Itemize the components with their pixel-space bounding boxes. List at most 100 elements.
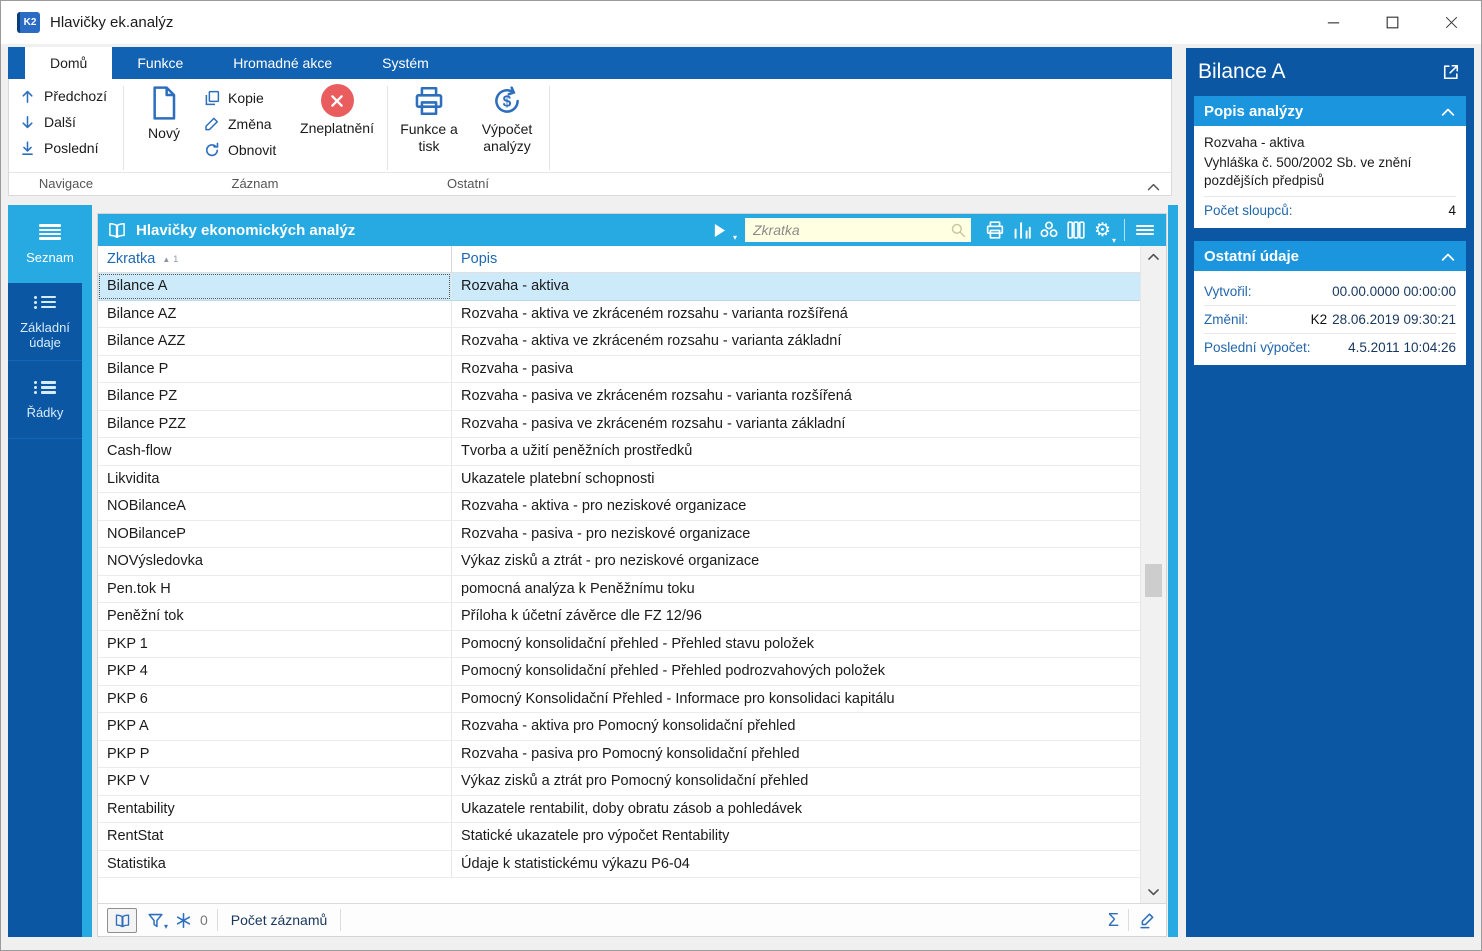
new-button[interactable]: Nový: [135, 84, 193, 142]
minimize-button[interactable]: [1304, 1, 1363, 43]
table-row[interactable]: Pen.tok H pomocná analýza k Peněžnímu to…: [98, 575, 1140, 603]
row-zkratka-cell[interactable]: Rentability: [98, 796, 451, 823]
previous-button[interactable]: Předchozí: [15, 83, 121, 109]
row-zkratka-cell[interactable]: RentStat: [98, 823, 451, 850]
card-header[interactable]: Popis analýzy: [1194, 96, 1466, 126]
row-popis-cell[interactable]: Rozvaha - aktiva ve zkráceném rozsahu - …: [451, 300, 1140, 327]
row-zkratka-cell[interactable]: Statistika: [98, 851, 451, 878]
last-button[interactable]: Poslední: [15, 135, 121, 161]
row-popis-cell[interactable]: Ukazatele platební schopnosti: [451, 465, 1140, 492]
table-row[interactable]: Bilance AZZ Rozvaha - aktiva ve zkrácené…: [98, 328, 1140, 356]
table-row[interactable]: Statistika Údaje k statistickému výkazu …: [98, 850, 1140, 878]
refresh-button[interactable]: Obnovit: [203, 137, 313, 163]
table-row[interactable]: PKP V Výkaz zisků a ztrát pro Pomocný ko…: [98, 768, 1140, 796]
row-popis-cell[interactable]: Rozvaha - pasiva ve zkráceném rozsahu - …: [451, 410, 1140, 437]
close-button[interactable]: [1422, 1, 1481, 43]
ribbon-tab-domu[interactable]: Domů: [25, 47, 113, 79]
row-zkratka-cell[interactable]: Bilance PZZ: [98, 411, 451, 438]
ribbon-tab-hromadne-akce[interactable]: Hromadné akce: [208, 47, 357, 79]
row-popis-cell[interactable]: Rozvaha - pasiva - pro neziskové organiz…: [451, 520, 1140, 547]
row-zkratka-cell[interactable]: PKP P: [98, 741, 451, 768]
table-row[interactable]: Bilance P Rozvaha - pasiva: [98, 355, 1140, 383]
next-button[interactable]: Další: [15, 109, 121, 135]
row-zkratka-cell[interactable]: PKP 6: [98, 686, 451, 713]
row-zkratka-cell[interactable]: Bilance A: [98, 273, 451, 300]
run-filter-button[interactable]: ▾: [713, 223, 737, 242]
row-zkratka-cell[interactable]: Bilance P: [98, 356, 451, 383]
row-popis-cell[interactable]: Pomocný Konsolidační Přehled - Informace…: [451, 685, 1140, 712]
row-popis-cell[interactable]: Údaje k statistickému výkazu P6-04: [451, 850, 1140, 877]
functions-print-button[interactable]: Funkce a tisk: [393, 84, 465, 155]
row-popis-cell[interactable]: Příloha k účetní závěrce dle FZ 12/96: [451, 603, 1140, 630]
olap-cube-icon[interactable]: [1035, 217, 1062, 243]
scroll-thumb[interactable]: [1145, 564, 1162, 597]
sidebar-item-seznam[interactable]: Seznam: [8, 205, 92, 283]
row-popis-cell[interactable]: Rozvaha - aktiva pro Pomocný konsolidačn…: [451, 713, 1140, 740]
row-zkratka-cell[interactable]: Bilance PZ: [98, 383, 451, 410]
row-zkratka-cell[interactable]: Likvidita: [98, 466, 451, 493]
row-popis-cell[interactable]: Rozvaha - aktiva: [451, 273, 1140, 300]
search-input[interactable]: [745, 218, 971, 242]
menu-hamburger-icon[interactable]: [1131, 217, 1158, 243]
ribbon-tab-system[interactable]: Systém: [357, 47, 454, 79]
row-popis-cell[interactable]: Rozvaha - pasiva: [451, 355, 1140, 382]
table-row[interactable]: NOBilanceA Rozvaha - aktiva - pro nezisk…: [98, 493, 1140, 521]
records-count-label[interactable]: Počet záznamů: [227, 912, 332, 928]
collapse-ribbon-chevron[interactable]: [1146, 181, 1161, 192]
row-zkratka-cell[interactable]: Bilance AZ: [98, 301, 451, 328]
row-popis-cell[interactable]: Výkaz zisků a ztrát pro Pomocný konsolid…: [451, 768, 1140, 795]
table-row[interactable]: NOVýsledovka Výkaz zisků a ztrát - pro n…: [98, 548, 1140, 576]
table-row[interactable]: Peněžní tok Příloha k účetní závěrce dle…: [98, 603, 1140, 631]
freeze-snowflake-icon[interactable]: [174, 911, 193, 930]
row-popis-cell[interactable]: Rozvaha - pasiva ve zkráceném rozsahu - …: [451, 383, 1140, 410]
calc-analysis-button[interactable]: $ Výpočet analýzy: [471, 84, 543, 155]
row-zkratka-cell[interactable]: NOBilanceP: [98, 521, 451, 548]
collapse-chevron-icon[interactable]: [1440, 106, 1456, 117]
ribbon-tab-funkce[interactable]: Funkce: [112, 47, 208, 79]
table-row[interactable]: PKP A Rozvaha - aktiva pro Pomocný konso…: [98, 713, 1140, 741]
collapse-chevron-icon[interactable]: [1440, 251, 1456, 262]
column-header-popis[interactable]: Popis: [451, 246, 1140, 272]
print-grid-icon[interactable]: [981, 217, 1008, 243]
row-popis-cell[interactable]: Rozvaha - aktiva - pro neziskové organiz…: [451, 493, 1140, 520]
panel-splitter[interactable]: [1168, 205, 1178, 937]
maximize-button[interactable]: [1363, 1, 1422, 43]
table-row[interactable]: Bilance PZ Rozvaha - pasiva ve zkráceném…: [98, 383, 1140, 411]
table-row[interactable]: Bilance PZZ Rozvaha - pasiva ve zkrácené…: [98, 410, 1140, 438]
sidebar-item-zakladni-udaje[interactable]: Základní údaje: [8, 283, 82, 361]
book-view-toggle[interactable]: [107, 907, 137, 933]
row-popis-cell[interactable]: Rozvaha - aktiva ve zkráceném rozsahu - …: [451, 328, 1140, 355]
table-row[interactable]: Cash-flow Tvorba a užití peněžních prost…: [98, 438, 1140, 466]
row-zkratka-cell[interactable]: Cash-flow: [98, 438, 451, 465]
row-zkratka-cell[interactable]: PKP V: [98, 768, 451, 795]
table-row[interactable]: Bilance A Rozvaha - aktiva: [98, 273, 1140, 301]
table-row[interactable]: NOBilanceP Rozvaha - pasiva - pro nezisk…: [98, 520, 1140, 548]
row-popis-cell[interactable]: pomocná analýza k Peněžnímu toku: [451, 575, 1140, 602]
row-zkratka-cell[interactable]: Bilance AZZ: [98, 328, 451, 355]
table-row[interactable]: RentStat Statické ukazatele pro výpočet …: [98, 823, 1140, 851]
row-zkratka-cell[interactable]: PKP 1: [98, 631, 451, 658]
row-zkratka-cell[interactable]: NOBilanceA: [98, 493, 451, 520]
chart-icon[interactable]: [1008, 217, 1035, 243]
row-popis-cell[interactable]: Pomocný konsolidační přehled - Přehled p…: [451, 658, 1140, 685]
card-header[interactable]: Ostatní údaje: [1194, 241, 1466, 271]
row-popis-cell[interactable]: Výkaz zisků a ztrát - pro neziskové orga…: [451, 548, 1140, 575]
row-popis-cell[interactable]: Rozvaha - pasiva pro Pomocný konsolidačn…: [451, 740, 1140, 767]
sidebar-item-radky[interactable]: Řádky: [8, 361, 82, 439]
table-row[interactable]: Bilance AZ Rozvaha - aktiva ve zkráceném…: [98, 300, 1140, 328]
row-zkratka-cell[interactable]: Pen.tok H: [98, 576, 451, 603]
columns-icon[interactable]: [1062, 217, 1089, 243]
open-in-window-icon[interactable]: [1441, 62, 1461, 82]
column-header-zkratka[interactable]: Zkratka ▲ 1: [98, 246, 451, 272]
row-popis-cell[interactable]: Statické ukazatele pro výpočet Rentabili…: [451, 823, 1140, 850]
filter-icon[interactable]: ▾: [146, 911, 168, 931]
scroll-up-arrow[interactable]: [1141, 248, 1166, 265]
settings-gear-icon[interactable]: ⚙ ▾: [1089, 217, 1116, 246]
row-popis-cell[interactable]: Tvorba a užití peněžních prostředků: [451, 438, 1140, 465]
row-popis-cell[interactable]: Pomocný konsolidační přehled - Přehled s…: [451, 630, 1140, 657]
sum-sigma-icon[interactable]: Σ: [1108, 910, 1119, 931]
table-row[interactable]: PKP 1 Pomocný konsolidační přehled - Pře…: [98, 630, 1140, 658]
row-zkratka-cell[interactable]: PKP A: [98, 713, 451, 740]
edit-pencil-icon[interactable]: [1138, 911, 1157, 930]
row-popis-cell[interactable]: Ukazatele rentabilit, doby obratu zásob …: [451, 795, 1140, 822]
